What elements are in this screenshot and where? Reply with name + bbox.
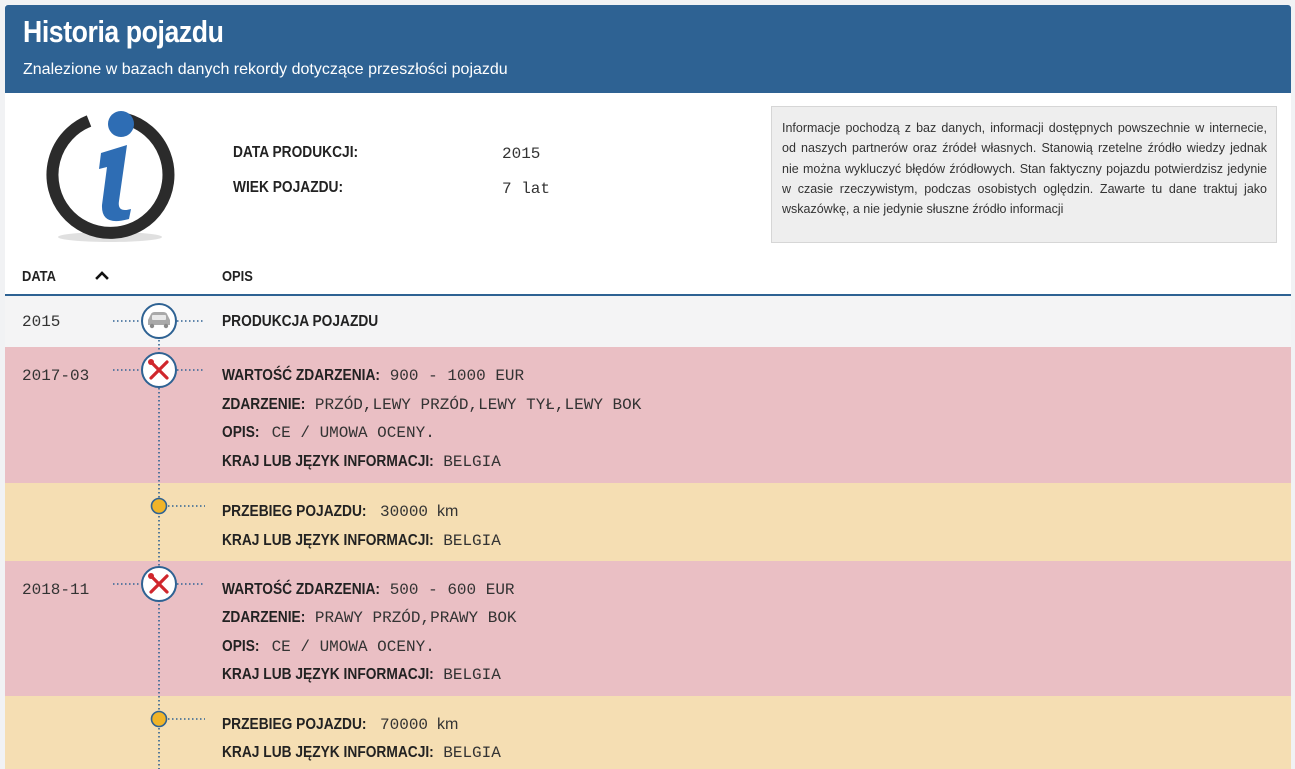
event-value: 500 - 600 EUR	[389, 581, 515, 599]
timeline-row-mileage: PRZEBIEG POJAZDU: 30000 km KRAJ LUB JĘZY…	[5, 483, 1291, 561]
event-value-label: WARTOŚĆ ZDARZENIA:	[222, 367, 380, 384]
chevron-up-icon[interactable]	[94, 267, 110, 283]
event-description-label: OPIS:	[222, 638, 260, 655]
mileage-label: PRZEBIEG POJAZDU:	[222, 503, 367, 520]
production-date-label: DATA PRODUKCJI:	[233, 144, 359, 161]
vehicle-history-panel: Historia pojazdu Znalezione w bazach dan…	[5, 5, 1291, 769]
event-title: PRODUKCJA POJAZDU	[222, 313, 379, 330]
event-country: BELGIA	[443, 532, 501, 550]
timeline-row-mileage: PRZEBIEG POJAZDU: 70000 km KRAJ LUB JĘZY…	[5, 696, 1291, 769]
production-date-value: 2015	[502, 145, 541, 163]
event-type: PRZÓD,LEWY PRZÓD,LEWY TYŁ,LEWY BOK	[314, 396, 642, 414]
event-country: BELGIA	[443, 666, 501, 684]
event-description: CE / UMOWA OCENY.	[271, 638, 435, 656]
section-header: Historia pojazdu Znalezione w bazach dan…	[5, 5, 1291, 93]
event-country-label: KRAJ LUB JĘZYK INFORMACJI:	[222, 666, 434, 683]
event-country-label: KRAJ LUB JĘZYK INFORMACJI:	[222, 744, 434, 761]
mileage-unit: km	[437, 716, 459, 733]
info-icon	[45, 105, 175, 245]
timeline-row-damage: 2018-11 WARTOŚĆ ZDARZENIA: 500 - 600 EUR…	[5, 561, 1291, 696]
column-header-description[interactable]: OPIS	[222, 268, 253, 285]
disclaimer-box: Informacje pochodzą z baz danych, inform…	[771, 106, 1277, 243]
event-description: CE / UMOWA OCENY.	[271, 424, 435, 442]
event-date: 2017-03	[22, 367, 90, 385]
event-value: 900 - 1000 EUR	[389, 367, 525, 385]
event-type-label: ZDARZENIE:	[222, 396, 306, 413]
event-type-label: ZDARZENIE:	[222, 609, 306, 626]
vehicle-age-value: 7 lat	[502, 180, 551, 198]
timeline-row-production: 2015 PRODUKCJA POJAZDU	[5, 296, 1291, 347]
vehicle-age-label: WIEK POJAZDU:	[233, 179, 344, 196]
event-type: PRAWY PRZÓD,PRAWY BOK	[314, 609, 517, 627]
event-country: BELGIA	[443, 453, 501, 471]
event-date: 2015	[22, 313, 61, 331]
event-country-label: KRAJ LUB JĘZYK INFORMACJI:	[222, 453, 434, 470]
event-description-label: OPIS:	[222, 424, 260, 441]
page-title: Historia pojazdu	[23, 14, 224, 49]
event-country: BELGIA	[443, 744, 501, 762]
event-date: 2018-11	[22, 581, 90, 599]
page-subtitle: Znalezione w bazach danych rekordy dotyc…	[23, 61, 508, 78]
mileage-value: 30000	[380, 503, 429, 521]
mileage-value: 70000	[380, 716, 429, 734]
event-country-label: KRAJ LUB JĘZYK INFORMACJI:	[222, 532, 434, 549]
mileage-unit: km	[437, 503, 459, 520]
timeline-row-damage: 2017-03 WARTOŚĆ ZDARZENIA: 900 - 1000 EU…	[5, 347, 1291, 483]
mileage-label: PRZEBIEG POJAZDU:	[222, 716, 367, 733]
column-header-date[interactable]: DATA	[22, 268, 56, 285]
event-value-label: WARTOŚĆ ZDARZENIA:	[222, 581, 380, 598]
